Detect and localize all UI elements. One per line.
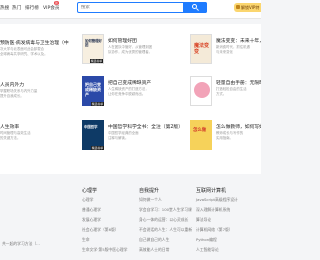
book-card[interactable]: 如何管理好团 精选书单 如何管理好团 人在团队中管好，从管理到团 队协作，成为优…	[82, 34, 172, 74]
footer-categories: 共一起的学习方法（... 心理学 心理学 普通心理学 发展心理学 社会心理学（第…	[0, 180, 261, 260]
nav-item-vip[interactable]: VIP会员	[43, 5, 59, 11]
book-desc-line: 让你在竞争中脱颖而出。	[108, 92, 146, 96]
cover-tag: 精选书单	[89, 59, 103, 63]
book-cover[interactable]: 魔法变变	[190, 34, 212, 64]
book-desc-line: 方式。	[216, 92, 227, 96]
book-title[interactable]: 人生效率	[0, 123, 78, 130]
book-cover[interactable]: 把自己变成稀缺资产 精选书单	[82, 76, 104, 106]
category-heading: 自我提升	[139, 188, 160, 194]
search-input[interactable]	[81, 5, 181, 10]
search-button[interactable]	[183, 2, 207, 13]
category-link[interactable]: 发展心理学	[82, 217, 101, 223]
cover-tag: 精选书单	[90, 146, 104, 150]
book-cover[interactable]: 如何管理好团 精选书单	[82, 34, 104, 64]
book-card[interactable]: 人员内外力 掌握职场关系与内外力量 提升自我成长。	[0, 80, 78, 120]
crown-icon	[236, 5, 240, 9]
book-list-panel: 预防医·病发病毒与卫生治理（中 次大学与北表面可此会卸载合 全球病毒共享研究、学…	[0, 24, 261, 174]
nav-item-popular[interactable]: 热门	[12, 5, 21, 11]
category-link[interactable]: 生命文学·第5版中医心理学	[82, 247, 127, 253]
book-desc-line: 队协作，成为优秀的管理者。	[108, 50, 153, 54]
book-card[interactable]: 魔法变变 魔法变变：未来十年， 新消费时代，抓住机遇 与未来变化	[190, 34, 261, 74]
category-link[interactable]: 不会说话的人生：人生可以重新	[139, 227, 192, 233]
cover-tag: 精选书单	[90, 102, 104, 106]
book-card[interactable]: 怎么做 怎么做教师，如何写好 教师成长与写作的 实用指南。	[190, 120, 261, 160]
category-link[interactable]: 社会心理学（第6版）	[82, 227, 119, 233]
book-title[interactable]: 把自己变成稀缺资产	[108, 79, 168, 86]
book-cover[interactable]	[190, 76, 212, 106]
nav-item-ranking[interactable]: 排行榜	[25, 5, 39, 11]
category-link[interactable]: Python编程	[196, 237, 217, 243]
book-desc-line: 提升自我成长。	[0, 94, 24, 98]
book-title[interactable]: 预防医·病发病毒与卫生治理（中	[0, 39, 78, 46]
book-title[interactable]: 轻量自由手册：无限时光	[216, 79, 261, 86]
book-title[interactable]: 如何管理好团	[108, 37, 168, 44]
book-title[interactable]: 人员内外力	[0, 81, 78, 88]
category-link[interactable]: 生命	[82, 237, 90, 243]
book-card[interactable]: 把自己变成稀缺资产 精选书单 把自己变成稀缺资产 人生稀缺资产的打造方法， 让你…	[82, 76, 172, 116]
book-title[interactable]: 怎么做教师，如何写好	[216, 123, 261, 130]
category-link[interactable]: 自己做自己的人生	[139, 237, 169, 243]
category-link[interactable]: JavaScript高级程序设计	[196, 197, 238, 203]
category-link[interactable]: 学会自学习：100堂人生学习课	[139, 207, 192, 213]
category-link[interactable]: 普通心理学	[82, 207, 101, 213]
vip-unlock-button[interactable]: 解锁VIP特	[234, 3, 261, 12]
book-title[interactable]: 中国哲学科学全书：全注（第2版）	[108, 123, 182, 130]
book-cover[interactable]: 怎么做	[190, 120, 212, 150]
category-link[interactable]: 共一起的学习方法（...	[2, 241, 40, 247]
category-link[interactable]: 高效能人士的日常	[139, 247, 169, 253]
cover-illustration	[194, 82, 210, 98]
book-card[interactable]: 轻量自由手册：无限时光 打造轻松自由的生活 方式。	[190, 76, 261, 116]
category-link[interactable]: 算法导论	[196, 217, 211, 223]
category-link[interactable]: 人工智能导论	[196, 247, 219, 253]
book-desc-line: 全球病毒共享研究、学术以及。	[0, 52, 48, 56]
book-card[interactable]: 预防医·病发病毒与卫生治理（中 次大学与北表面可此会卸载合 全球病毒共享研究、学…	[0, 38, 78, 78]
book-card[interactable]: 中国哲学 精选书单 中国哲学科学全书：全注（第2版） 中国哲学经典的全面 注释与…	[82, 120, 182, 160]
nav-item-hot-search[interactable]: 热搜	[0, 5, 9, 11]
book-desc-line: 注释与解读。	[108, 136, 129, 140]
book-card[interactable]: 人生效率 时间管理与高效生活 的关键方法。	[0, 122, 78, 162]
category-link[interactable]: 身心一体的运营：以心灵成长	[139, 217, 188, 223]
vip-unlock-label: 解锁VIP特	[241, 5, 260, 10]
category-heading: 心理学	[82, 188, 98, 194]
category-link[interactable]: 如何做一个人	[139, 197, 162, 203]
new-badge: 新	[54, 1, 59, 5]
book-title[interactable]: 魔法变变：未来十年，	[216, 37, 261, 44]
book-desc-line: 与未来变化	[216, 50, 233, 54]
book-cover[interactable]: 中国哲学 精选书单	[82, 120, 104, 150]
category-link[interactable]: 深入理解计算机系统	[196, 207, 230, 213]
book-desc-line: 的关键方法。	[0, 136, 21, 140]
book-desc-line: 实用指南。	[216, 136, 233, 140]
category-link[interactable]: 计算机网络（第7版）	[196, 227, 233, 233]
category-heading: 互联网计算机	[196, 188, 227, 194]
top-nav-bar: 热搜 热门 排行榜 VIP会员 新 解锁VIP特	[0, 0, 261, 19]
category-link[interactable]: 心理学	[82, 197, 93, 203]
